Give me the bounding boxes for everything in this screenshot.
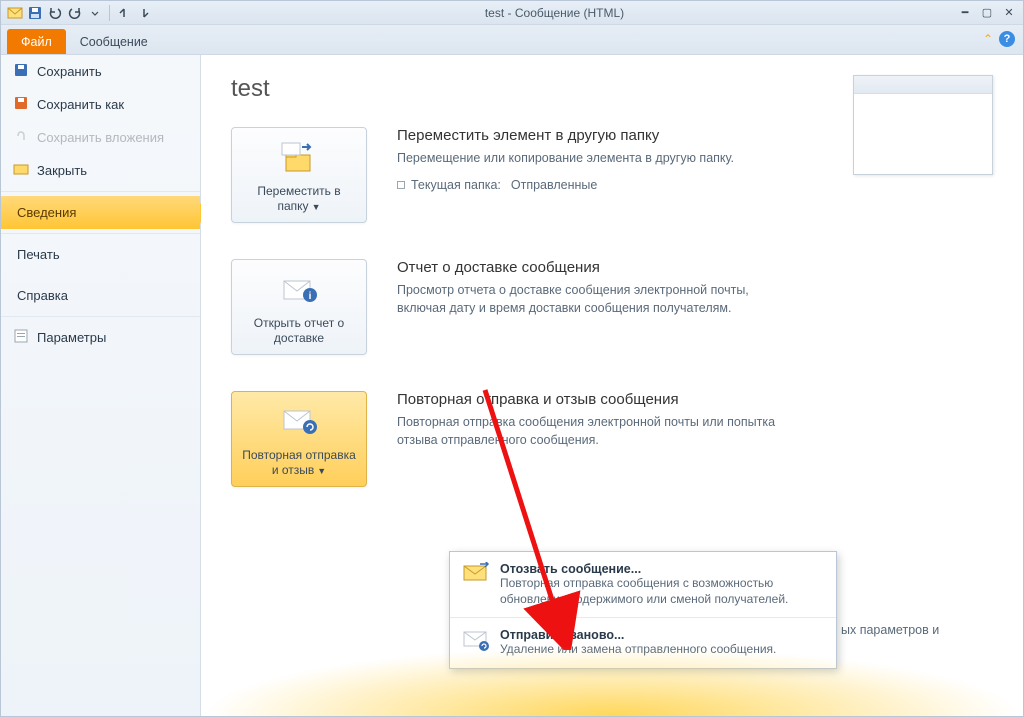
quick-access-toolbar xyxy=(7,5,152,21)
sidebar-label: Закрыть xyxy=(37,163,87,178)
move-folder-icon xyxy=(238,138,360,178)
window-title: test - Сообщение (HTML) xyxy=(152,6,957,20)
tab-message[interactable]: Сообщение xyxy=(66,29,162,54)
sidebar-print[interactable]: Печать xyxy=(1,238,200,271)
separator xyxy=(1,233,200,234)
sidebar-save-as[interactable]: Сохранить как xyxy=(1,88,200,121)
redo-icon[interactable] xyxy=(67,5,83,21)
menu-recall-message[interactable]: Отозвать сообщение... Повторная отправка… xyxy=(450,552,836,617)
undo-icon[interactable] xyxy=(47,5,63,21)
dropdown-caret-icon: ▼ xyxy=(312,202,321,212)
recall-icon xyxy=(462,562,490,586)
sidebar-info[interactable]: Сведения xyxy=(1,196,200,229)
current-folder-value: Отправленные xyxy=(511,178,597,192)
backstage-main: test Переместить в папку▼ Переместить эл… xyxy=(201,55,1023,716)
dropdown-caret-icon: ▼ xyxy=(317,466,326,476)
resend-icon xyxy=(462,628,490,652)
section-desc: Перемещение или копирование элемента в д… xyxy=(397,150,777,168)
maximize-button[interactable]: ▢ xyxy=(979,6,995,20)
sidebar-label: Печать xyxy=(17,247,60,262)
help-icon[interactable]: ? xyxy=(999,31,1015,47)
ribbon-tabs: Файл Сообщение ⌃ ? xyxy=(1,25,1023,55)
minimize-button[interactable]: ━ xyxy=(957,6,973,20)
sidebar-help[interactable]: Справка xyxy=(1,279,200,312)
menu-title: Отправить заново... xyxy=(500,628,776,642)
open-delivery-report-button[interactable]: i Открыть отчет о доставке xyxy=(231,259,367,355)
backstage-sidebar: Сохранить Сохранить как Сохранить вложен… xyxy=(1,55,201,716)
current-folder-row: Текущая папка: Отправленные xyxy=(397,178,777,192)
section-title: Переместить элемент в другую папку xyxy=(397,127,777,144)
button-label: Переместить в папку xyxy=(257,184,340,213)
resend-recall-icon xyxy=(238,402,360,442)
move-to-folder-button[interactable]: Переместить в папку▼ xyxy=(231,127,367,223)
sidebar-save[interactable]: Сохранить xyxy=(1,55,200,88)
separator xyxy=(109,5,110,21)
sidebar-save-attachments: Сохранить вложения xyxy=(1,121,200,154)
section-delivery: i Открыть отчет о доставке Отчет о доста… xyxy=(231,259,993,355)
attachment-icon xyxy=(13,128,29,144)
section-desc: Просмотр отчета о доставке сообщения эле… xyxy=(397,282,777,317)
sidebar-label: Сохранить вложения xyxy=(37,130,164,145)
sidebar-label: Параметры xyxy=(37,330,106,345)
body: Сохранить Сохранить как Сохранить вложен… xyxy=(1,55,1023,716)
save-icon[interactable] xyxy=(27,5,43,21)
menu-title: Отозвать сообщение... xyxy=(500,562,824,576)
sidebar-label: Сохранить как xyxy=(37,97,124,112)
truncated-text: ых параметров и xyxy=(841,623,939,637)
menu-desc: Удаление или замена отправленного сообще… xyxy=(500,642,776,658)
section-resend: Повторная отправка и отзыв▼ Повторная от… xyxy=(231,391,993,487)
titlebar: test - Сообщение (HTML) ━ ▢ ✕ xyxy=(1,1,1023,25)
app-window: test - Сообщение (HTML) ━ ▢ ✕ Файл Сообщ… xyxy=(0,0,1024,717)
sidebar-options[interactable]: Параметры xyxy=(1,321,200,354)
separator xyxy=(1,191,200,192)
collapse-ribbon-icon[interactable]: ⌃ xyxy=(983,32,993,46)
next-icon[interactable] xyxy=(136,5,152,21)
tab-file[interactable]: Файл xyxy=(7,29,66,54)
svg-text:i: i xyxy=(309,291,312,302)
qat-dropdown-icon[interactable] xyxy=(87,5,103,21)
close-button[interactable]: ✕ xyxy=(1001,6,1017,20)
sidebar-label: Сведения xyxy=(17,205,76,220)
sidebar-close[interactable]: Закрыть xyxy=(1,154,200,187)
resend-recall-button[interactable]: Повторная отправка и отзыв▼ xyxy=(231,391,367,487)
menu-resend-message[interactable]: Отправить заново... Удаление или замена … xyxy=(450,617,836,668)
save-icon xyxy=(13,62,29,78)
separator xyxy=(1,316,200,317)
folder-close-icon xyxy=(13,161,29,177)
sidebar-label: Сохранить xyxy=(37,64,102,79)
thumbnail-header xyxy=(854,76,992,94)
message-preview-thumbnail[interactable] xyxy=(853,75,993,175)
mail-icon xyxy=(7,5,23,21)
section-desc: Повторная отправка сообщения электронной… xyxy=(397,414,777,449)
button-label: Открыть отчет о доставке xyxy=(238,316,360,346)
resend-recall-menu: Отозвать сообщение... Повторная отправка… xyxy=(449,551,837,669)
previous-icon[interactable] xyxy=(116,5,132,21)
save-as-icon xyxy=(13,95,29,111)
section-title: Повторная отправка и отзыв сообщения xyxy=(397,391,777,408)
menu-desc: Повторная отправка сообщения с возможнос… xyxy=(500,576,824,607)
window-controls: ━ ▢ ✕ xyxy=(957,6,1017,20)
sidebar-label: Справка xyxy=(17,288,68,303)
current-folder-label: Текущая папка: xyxy=(411,178,501,192)
button-label: Повторная отправка и отзыв xyxy=(242,448,356,477)
delivery-report-icon: i xyxy=(238,270,360,310)
bullet-icon xyxy=(397,181,405,189)
section-title: Отчет о доставке сообщения xyxy=(397,259,777,276)
options-icon xyxy=(13,328,29,344)
